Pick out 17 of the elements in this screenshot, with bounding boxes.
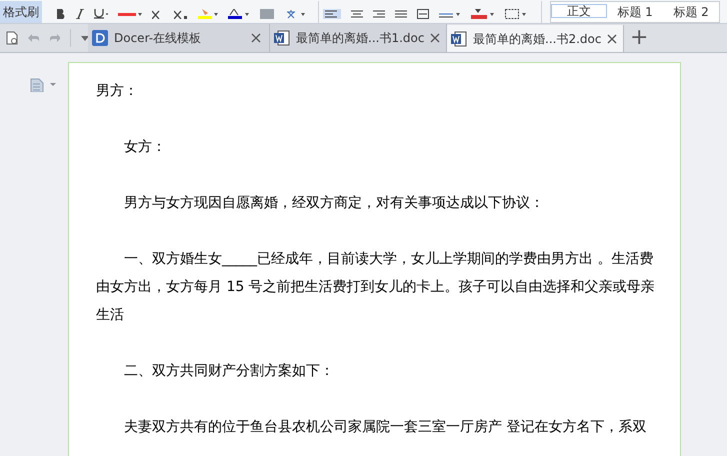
tab-label: Docer-在线模板 [114,30,202,47]
paragraph: 男方与女方现因自愿离婚，经双方商定，对有关事项达成以下协议： [123,194,545,213]
tab-label: 最简单的离婚...书2.doc [473,30,602,48]
document-tab[interactable]: 最简单的离婚...书2.doc [447,25,624,52]
tab-label: 最简单的离婚...书1.doc [296,30,424,47]
style-option[interactable]: 标题 2 [663,6,719,18]
paragraph: 二、双方共同财产分割方案如下： [123,362,335,381]
document-tab[interactable]: 最简单的离婚...书1.doc [270,24,447,52]
style-option[interactable]: 正文 [551,4,607,18]
paragraph: 女方： [123,138,167,157]
paragraph: 夫妻双方共有的位于鱼台县农机公司家属院一套三室一厅房产 登记在女方名下，系双 [123,418,648,437]
paragraph: 男方： [96,82,139,101]
format-painter-button[interactable]: 格式刷 [0,1,42,23]
paragraph: 一、双方婚生女_____已经成年，目前读大学，女儿上学期间的学费由男方出 。生活费由女方出，女方每月 15 号之前把生活费打到女儿的卡上。孩子可以自由选择和父亲或母亲生活 [96,250,656,325]
document-tab[interactable]: Docer-在线模板 [88,24,270,52]
style-option[interactable]: 标题 1 [607,6,663,18]
new-tab-button[interactable]: + [630,24,648,52]
